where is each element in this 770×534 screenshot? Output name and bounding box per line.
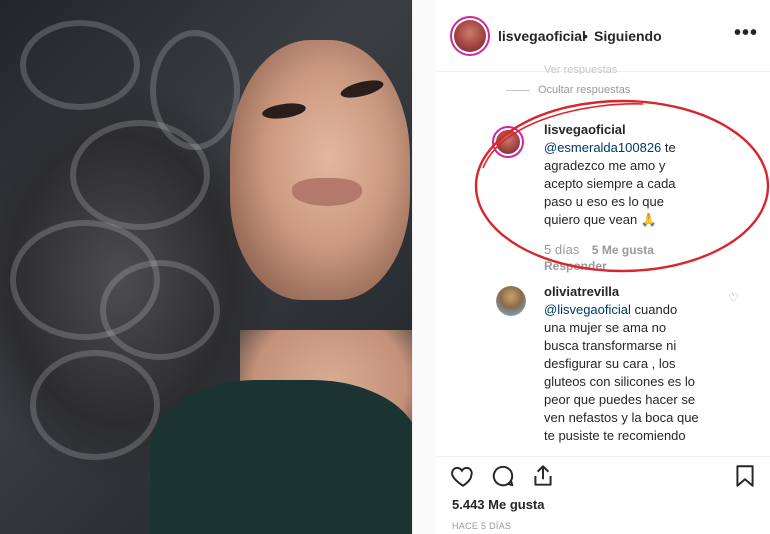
comment-username[interactable]: lisvegaoficial [544,122,734,137]
posted-time: HACE 5 DÍAS [452,521,512,531]
post-side-panel: lisvegaoficial • Siguiendo ••• Ver respu… [436,0,770,534]
comment-text-line: gluteos con silicones es lo [544,374,696,389]
heart-icon[interactable] [450,463,476,489]
likes-count[interactable]: 5.443 Me gusta [452,497,545,512]
follow-status-button[interactable]: Siguiendo [594,28,662,44]
comment-text-line: paso u eso es lo que [544,194,664,209]
truncated-previous-line: Ver respuestas [544,64,618,74]
commenter-avatar[interactable] [496,286,526,316]
comment-text-line: una mujer se ama no [544,320,667,335]
hide-replies-link[interactable]: Ocultar respuestas [506,84,630,96]
photo-hair [20,20,140,110]
photo-hair [30,350,160,460]
comment-text-line: te pusiste te recomiendo [544,428,686,443]
share-icon[interactable] [530,463,556,489]
photo-lips [292,178,362,206]
author-avatar[interactable] [450,16,490,56]
comment-text-line: busca transformarse ni [544,338,677,353]
comment-like-heart-icon[interactable]: ♡ [728,292,740,304]
comment-text-line: acepto siempre a cada [544,176,676,191]
comment-text-line: peor que puedes hacer se [544,392,696,407]
comment-icon[interactable] [490,463,516,489]
comment-mention[interactable]: @esmeralda100826 [544,140,661,155]
comment-text-line: agradezco me amo y [544,158,666,173]
commenter-avatar[interactable] [492,126,524,158]
bookmark-icon[interactable] [732,463,758,489]
dash-divider [506,89,530,91]
post-photo[interactable] [0,0,412,534]
hide-replies-label: Ocultar respuestas [538,84,631,96]
header-separator: • [583,28,588,44]
comment-like-heart-icon[interactable]: ♡ [728,130,740,142]
comment-text-line: quiero que vean 🙏 [544,212,658,227]
photo-dress [150,380,412,534]
comment-username[interactable]: oliviatrevilla [544,284,744,299]
comment-body: oliviatrevilla @lisvegaoficial cuando un… [544,284,744,445]
comment-text-line: ven nefastos y la boca que [544,410,699,425]
comment-mention[interactable]: @lisvegaoficial [544,302,631,317]
photo-face [230,40,410,300]
photo-hair [150,30,240,150]
author-username[interactable]: lisvegaoficial [498,28,586,44]
more-options-button[interactable]: ••• [734,22,758,45]
comment-text-line: cuando [634,302,678,317]
comment-text-line: desfigurar su cara , los [544,356,676,371]
comment-age: 5 días [544,242,580,257]
photo-hair [100,260,220,360]
reply-button[interactable]: Responder [544,259,734,273]
post-header: lisvegaoficial • Siguiendo ••• [436,0,770,72]
comment-body: lisvegaoficial @esmeralda100826 te agrad… [544,122,734,273]
post-action-bar [436,456,770,496]
comment-likes[interactable]: 5 Me gusta [592,243,654,257]
panel-divider [412,0,436,534]
comment-text-line: te [664,140,676,155]
